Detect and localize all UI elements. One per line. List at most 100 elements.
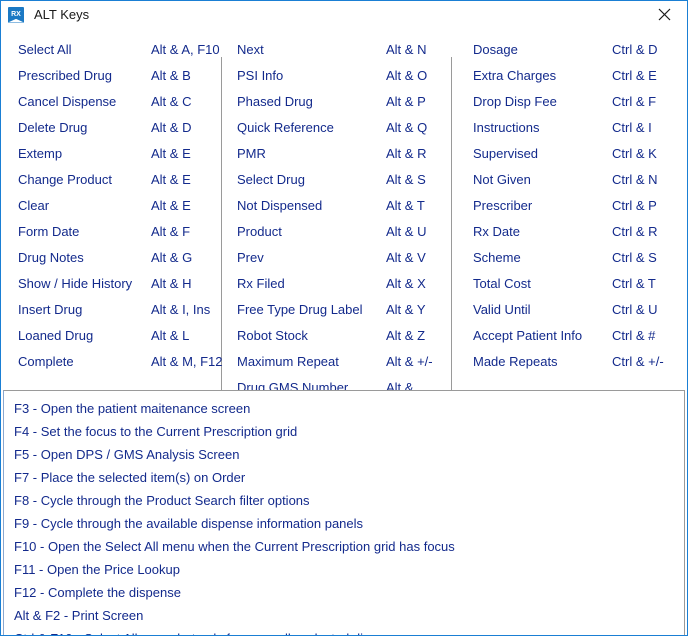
shortcut-row: Next Alt & N [237,36,433,62]
ctrl-column-3: Dosage Ctrl & D Extra Charges Ctrl & E Drop … [473,36,669,374]
shortcut-row: Loaned Drug Alt & L [18,322,214,348]
shortcut-keys: Alt & G [151,249,193,265]
function-key-row: F12 - Complete the dispense [14,585,181,600]
shortcut-keys: Alt & F [151,223,191,239]
rx-app-icon-label: RX [11,11,21,18]
alt-column-1: Select All Alt & A, F10 Prescribed Drug Alt… [18,36,223,374]
shortcut-row: Delete Drug Alt & D [18,114,214,140]
shortcut-row: PMR Alt & R [237,140,433,166]
shortcut-keys: Ctrl & R [612,223,658,239]
close-button[interactable] [641,1,687,28]
function-key-row: F7 - Place the selected item(s) on Order [14,470,246,485]
title-bar: RX ALT Keys [1,1,687,28]
shortcut-keys: Alt & A, F10 [151,41,220,57]
shortcut-row: Drop Disp Fee Ctrl & F [473,88,669,114]
shortcut-row: Select All Alt & A, F10 [18,36,220,62]
shortcut-keys: Alt & P [386,93,426,109]
shortcut-label: PMR [237,145,266,161]
function-key-row: F9 - Cycle through the available dispens… [14,516,364,531]
shortcut-label: Loaned Drug [18,327,94,343]
shortcut-row: Complete Alt & M, F12 [18,348,223,374]
shortcut-row: Prescriber Ctrl & P [473,192,669,218]
function-key-panel: F3 - Open the patient maitenance screen F… [3,390,685,635]
shortcut-label: Cancel Dispense [18,93,117,109]
shortcut-row: Not Given Ctrl & N [473,166,669,192]
window-title: ALT Keys [34,7,90,22]
shortcut-label: Form Date [18,223,80,239]
shortcut-label: Made Repeats [473,353,558,369]
shortcut-label: Quick Reference [237,119,334,135]
function-key-row: F5 - Open DPS / GMS Analysis Screen [14,447,240,462]
shortcut-label: Scheme [473,249,521,265]
shortcut-label: Delete Drug [18,119,88,135]
shortcut-label: Extra Charges [473,67,557,83]
shortcut-keys: Alt & M, F12 [151,353,223,369]
shortcut-label: Prescriber [473,197,533,213]
shortcut-label: Complete [18,353,74,369]
shortcut-label: Valid Until [473,301,531,317]
shortcut-label: Drop Disp Fee [473,93,557,109]
shortcut-label: Maximum Repeat [237,353,339,369]
shortcut-keys: Alt & R [386,145,427,161]
shortcut-row: Change Product Alt & E [18,166,214,192]
shortcut-keys: Alt & D [151,119,192,135]
shortcut-keys: Alt & C [151,93,192,109]
shortcut-row: Select Drug Alt & S [237,166,433,192]
shortcut-keys: Alt & X [386,275,426,291]
shortcut-label: Change Product [18,171,112,187]
shortcut-keys: Alt & O [386,67,428,83]
shortcut-label: Robot Stock [237,327,308,343]
shortcut-keys: Alt & B [151,67,191,83]
function-key-row: F11 - Open the Price Lookup [14,562,180,577]
shortcut-row: Dosage Ctrl & D [473,36,669,62]
shortcut-row: Quick Reference Alt & Q [237,114,433,140]
shortcut-keys: Ctrl & S [612,249,657,265]
shortcut-label: Not Given [473,171,531,187]
shortcut-row: Scheme Ctrl & S [473,244,669,270]
shortcut-row: Insert Drug Alt & I, Ins [18,296,214,322]
shortcut-keys: Ctrl & I [612,119,652,135]
shortcut-row: Valid Until Ctrl & U [473,296,669,322]
close-icon [658,8,670,21]
shortcut-keys: Alt & H [151,275,192,291]
shortcut-keys: Alt & U [386,223,427,239]
alt-keys-window: RX ALT Keys Select All Alt & A, F10 Prescr… [0,0,688,636]
column-separator-2 [451,57,452,412]
shortcut-keys: Alt & I, Ins [151,301,211,317]
shortcut-row: Maximum Repeat Alt & +/- [237,348,433,374]
shortcut-label: Drug Notes [18,249,84,265]
shortcut-row: Instructions Ctrl & I [473,114,669,140]
alt-column-2: Next Alt & N PSI Info Alt & O Phased Drug Alt… [237,36,433,400]
shortcut-label: Phased Drug [237,93,313,109]
function-key-row: F3 - Open the patient maitenance screen [14,401,251,416]
shortcut-label: Show / Hide History [18,275,133,291]
shortcut-label: Rx Filed [237,275,285,291]
shortcut-keys: Ctrl & D [612,41,658,57]
shortcut-label: Dosage [473,41,518,57]
shortcut-label: Extemp [18,145,63,161]
shortcut-label: Insert Drug [18,301,83,317]
shortcut-row: PSI Info Alt & O [237,62,433,88]
function-key-row: F8 - Cycle through the Product Search fi… [14,493,310,508]
shortcut-keys: Alt & Y [386,301,426,317]
shortcut-row: Extemp Alt & E [18,140,214,166]
shortcut-keys: Ctrl & T [612,275,656,291]
shortcut-label: Free Type Drug Label [237,301,363,317]
shortcut-keys: Alt & T [386,197,425,213]
shortcut-row: Supervised Ctrl & K [473,140,669,166]
shortcut-label: Instructions [473,119,540,135]
shortcut-row: Rx Date Ctrl & R [473,218,669,244]
shortcut-keys: Ctrl & E [612,67,657,83]
shortcut-label: Prev [237,249,264,265]
shortcut-row: Clear Alt & E [18,192,214,218]
shortcut-label: Select All [18,41,72,57]
shortcut-keys: Ctrl & K [612,145,657,161]
shortcut-row: Form Date Alt & F [18,218,214,244]
shortcut-label: Total Cost [473,275,531,291]
shortcut-label: Accept Patient Info [473,327,583,343]
shortcut-label: Prescribed Drug [18,67,112,83]
function-key-row: F4 - Set the focus to the Current Prescr… [14,424,298,439]
shortcut-keys: Alt & S [386,171,426,187]
shortcut-keys: Ctrl & U [612,301,658,317]
rx-app-icon: RX [8,6,24,23]
